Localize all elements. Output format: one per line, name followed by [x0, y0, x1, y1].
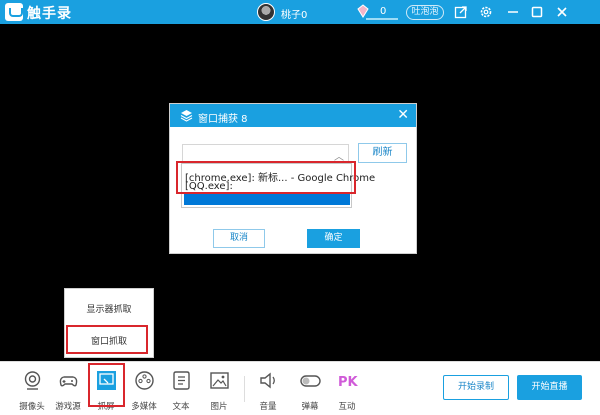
start-live-button[interactable]: 开始直播	[517, 375, 582, 400]
app-title: 触手录	[27, 6, 72, 22]
tool-label: 音量	[259, 402, 277, 412]
tool-label: 图片	[210, 402, 228, 412]
dialog-header: 窗口捕获 8 ✕	[170, 104, 416, 127]
pk-icon: PK	[338, 375, 358, 390]
tool-volume[interactable]: 音量	[250, 370, 286, 415]
diamond-icon	[357, 4, 369, 18]
gamepad-icon	[59, 376, 78, 387]
dialog-title: 窗口捕获 8	[198, 114, 248, 125]
menu-item-display-capture[interactable]: 显示器抓取	[65, 302, 153, 315]
highlight-box-options	[176, 161, 356, 194]
dialog-close-icon[interactable]: ✕	[397, 107, 409, 123]
cancel-button[interactable]: 取消	[213, 229, 265, 248]
image-icon	[210, 372, 229, 389]
close-icon[interactable]	[555, 5, 569, 19]
highlight-box-screen-capture	[88, 363, 125, 407]
user-avatar[interactable]	[257, 3, 275, 21]
coin-count: 0	[380, 6, 387, 17]
tool-game-source[interactable]: 游戏源	[50, 370, 86, 415]
minimize-icon[interactable]	[506, 5, 520, 19]
danmaku-toggle-icon	[300, 375, 321, 387]
volume-icon	[260, 372, 275, 389]
confirm-button[interactable]: 确定	[307, 229, 360, 248]
tool-label: 互动	[338, 402, 356, 412]
tool-text[interactable]: 文本	[163, 370, 199, 415]
tool-interaction[interactable]: PK 互动	[329, 370, 365, 415]
title-bar: 触手录 桃子0 0 吐泡泡	[0, 0, 600, 24]
text-icon	[173, 371, 190, 390]
tool-image[interactable]: 图片	[201, 370, 237, 415]
multimedia-icon	[135, 371, 154, 390]
svg-text:PK: PK	[338, 375, 358, 390]
maximize-icon[interactable]	[530, 5, 544, 19]
highlight-box-window-capture	[66, 325, 148, 354]
start-recording-button[interactable]: 开始录制	[443, 375, 509, 400]
share-icon[interactable]	[454, 5, 468, 19]
dropdown-selected-option[interactable]	[184, 194, 350, 205]
refresh-button[interactable]: 刷新	[358, 143, 407, 163]
layers-icon	[180, 110, 193, 122]
username[interactable]: 桃子0	[281, 6, 307, 21]
camera-icon	[24, 371, 41, 390]
coin-progress-bar	[366, 18, 398, 20]
toolbar-divider	[244, 376, 245, 402]
gear-icon[interactable]	[479, 5, 493, 19]
recharge-button[interactable]: 吐泡泡	[406, 5, 444, 20]
app-logo-icon	[5, 3, 23, 21]
